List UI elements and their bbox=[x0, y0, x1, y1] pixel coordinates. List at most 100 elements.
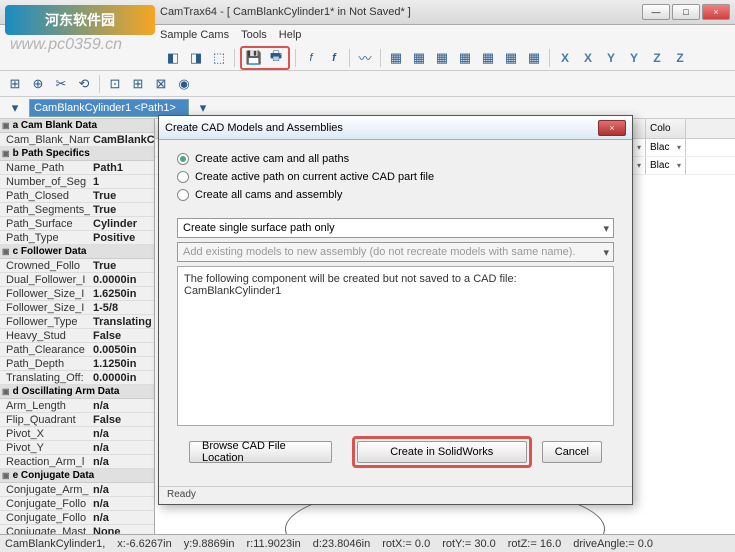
prop-row[interactable]: Follower_Size_I1-5/8 bbox=[0, 301, 154, 315]
prop-value: 0.0050in bbox=[90, 344, 154, 356]
prop-value: None bbox=[90, 526, 154, 535]
menu-sample-cams[interactable]: Sample Cams bbox=[160, 29, 229, 41]
dialog-title: Create CAD Models and Assemblies bbox=[165, 122, 343, 134]
radio-icon bbox=[177, 189, 189, 201]
tool-icon[interactable]: ⊞ bbox=[5, 74, 25, 94]
cube-icon[interactable]: ▦ bbox=[501, 48, 521, 68]
axis-z2[interactable]: Z bbox=[670, 48, 690, 68]
radio-active-cam[interactable]: Create active cam and all paths bbox=[177, 152, 614, 166]
prop-row[interactable]: Path_ClosedTrue bbox=[0, 189, 154, 203]
prop-row[interactable]: Translating_Off:0.0000in bbox=[0, 371, 154, 385]
prop-row[interactable]: Follower_TypeTranslating bbox=[0, 315, 154, 329]
axis-y2[interactable]: Y bbox=[624, 48, 644, 68]
prop-name: Reaction_Arm_l bbox=[0, 456, 90, 468]
tool-icon[interactable]: f bbox=[324, 48, 344, 68]
prop-row[interactable]: Name_PathPath1 bbox=[0, 161, 154, 175]
table-cell[interactable]: Blac bbox=[646, 139, 686, 156]
cube-icon[interactable]: ▦ bbox=[478, 48, 498, 68]
tool-icon[interactable]: ⊕ bbox=[28, 74, 48, 94]
create-cad-dialog: Create CAD Models and Assemblies × Creat… bbox=[158, 115, 633, 505]
dropdown-icon[interactable]: ▾ bbox=[5, 98, 25, 118]
prop-value: Path1 bbox=[90, 162, 154, 174]
prop-row[interactable]: Path_Segments_True bbox=[0, 203, 154, 217]
status-bar: CamBlankCylinder1, x:-6.6267in y:9.8869i… bbox=[0, 534, 735, 552]
prop-section[interactable]: c Follower Data bbox=[0, 245, 154, 259]
cancel-button[interactable]: Cancel bbox=[542, 441, 602, 463]
cube-icon[interactable]: ▦ bbox=[386, 48, 406, 68]
cube-icon[interactable]: ▦ bbox=[455, 48, 475, 68]
tool-icon[interactable]: ◧ bbox=[163, 48, 183, 68]
path-combo[interactable]: CamBlankCylinder1 <Path1> bbox=[29, 99, 189, 117]
create-in-solidworks-button[interactable]: Create in SolidWorks bbox=[357, 441, 527, 463]
tool-icon[interactable]: ✂ bbox=[51, 74, 71, 94]
dialog-close-button[interactable]: × bbox=[598, 120, 626, 136]
prop-name: Translating_Off: bbox=[0, 372, 90, 384]
prop-section[interactable]: b Path Specifics bbox=[0, 147, 154, 161]
axis-x2[interactable]: X bbox=[578, 48, 598, 68]
tool-icon[interactable]: ⊠ bbox=[151, 74, 171, 94]
axis-x[interactable]: X bbox=[555, 48, 575, 68]
prop-value: True bbox=[90, 260, 154, 272]
tool-icon[interactable]: ◨ bbox=[186, 48, 206, 68]
prop-row[interactable]: Flip_QuadrantFalse bbox=[0, 413, 154, 427]
close-button[interactable]: × bbox=[702, 4, 730, 20]
prop-row[interactable]: Path_SurfaceCylinder bbox=[0, 217, 154, 231]
prop-row[interactable]: Path_TypePositive bbox=[0, 231, 154, 245]
axis-y[interactable]: Y bbox=[601, 48, 621, 68]
tool-icon[interactable]: ◉ bbox=[174, 74, 194, 94]
column-header[interactable]: Colo bbox=[646, 119, 686, 138]
prop-row[interactable]: Path_Clearance0.0050in bbox=[0, 343, 154, 357]
prop-row[interactable]: Dual_Follower_I0.0000in bbox=[0, 273, 154, 287]
table-cell[interactable]: Blac bbox=[646, 157, 686, 174]
tool-icon[interactable]: ⊡ bbox=[105, 74, 125, 94]
prop-row[interactable]: Number_of_Seg1 bbox=[0, 175, 154, 189]
prop-name: Path_Surface bbox=[0, 218, 90, 230]
prop-section[interactable]: a Cam Blank Data bbox=[0, 119, 154, 133]
axis-z[interactable]: Z bbox=[647, 48, 667, 68]
prop-row[interactable]: Pivot_Yn/a bbox=[0, 441, 154, 455]
prop-row[interactable]: Arm_Lengthn/a bbox=[0, 399, 154, 413]
cube-icon[interactable]: ▦ bbox=[432, 48, 452, 68]
tool-icon[interactable]: ⟲ bbox=[74, 74, 94, 94]
surface-path-combo[interactable]: Create single surface path only bbox=[177, 218, 614, 238]
prop-row[interactable]: Conjugate_Arm_n/a bbox=[0, 483, 154, 497]
tool-curve-icon[interactable]: 〰 bbox=[355, 48, 375, 68]
status-d: d:23.8046in bbox=[313, 538, 371, 550]
radio-active-path[interactable]: Create active path on current active CAD… bbox=[177, 170, 614, 184]
prop-value: n/a bbox=[90, 456, 154, 468]
tool-save-icon[interactable]: 💾 bbox=[244, 48, 264, 68]
prop-row[interactable]: Follower_Size_I1.6250in bbox=[0, 287, 154, 301]
maximize-button[interactable]: □ bbox=[672, 4, 700, 20]
assembly-combo: Add existing models to new assembly (do … bbox=[177, 242, 614, 262]
prop-row[interactable]: Heavy_StudFalse bbox=[0, 329, 154, 343]
prop-value: n/a bbox=[90, 498, 154, 510]
menu-help[interactable]: Help bbox=[279, 29, 302, 41]
toolbar-secondary: ⊞ ⊕ ✂ ⟲ ⊡ ⊞ ⊠ ◉ bbox=[0, 71, 735, 97]
prop-value: n/a bbox=[90, 484, 154, 496]
tool-icon[interactable]: ⊞ bbox=[128, 74, 148, 94]
minimize-button[interactable]: — bbox=[642, 4, 670, 20]
prop-row[interactable]: Conjugate_MastNone bbox=[0, 525, 154, 534]
prop-value: Cylinder bbox=[90, 218, 154, 230]
tool-icon[interactable]: f bbox=[301, 48, 321, 68]
prop-row[interactable]: Pivot_Xn/a bbox=[0, 427, 154, 441]
prop-value: 0.0000in bbox=[90, 274, 154, 286]
cube-icon[interactable]: ▦ bbox=[409, 48, 429, 68]
menu-tools[interactable]: Tools bbox=[241, 29, 267, 41]
prop-name: Path_Closed bbox=[0, 190, 90, 202]
prop-row[interactable]: Crowned_FolloTrue bbox=[0, 259, 154, 273]
tool-print-icon[interactable]: 🖶 bbox=[266, 48, 286, 68]
prop-row[interactable]: Cam_Blank_NamCamBlankCylinder1 bbox=[0, 133, 154, 147]
radio-all-cams[interactable]: Create all cams and assembly bbox=[177, 188, 614, 202]
tool-icon[interactable]: ⬚ bbox=[209, 48, 229, 68]
prop-section[interactable]: d Oscillating Arm Data bbox=[0, 385, 154, 399]
browse-button[interactable]: Browse CAD File Location bbox=[189, 441, 332, 463]
prop-row[interactable]: Reaction_Arm_ln/a bbox=[0, 455, 154, 469]
prop-value: 1 bbox=[90, 176, 154, 188]
prop-row[interactable]: Conjugate_Follon/a bbox=[0, 511, 154, 525]
prop-row[interactable]: Conjugate_Follon/a bbox=[0, 497, 154, 511]
cube-icon[interactable]: ▦ bbox=[524, 48, 544, 68]
prop-row[interactable]: Path_Depth1.1250in bbox=[0, 357, 154, 371]
prop-name: Conjugate_Follo bbox=[0, 498, 90, 510]
prop-section[interactable]: e Conjugate Data bbox=[0, 469, 154, 483]
